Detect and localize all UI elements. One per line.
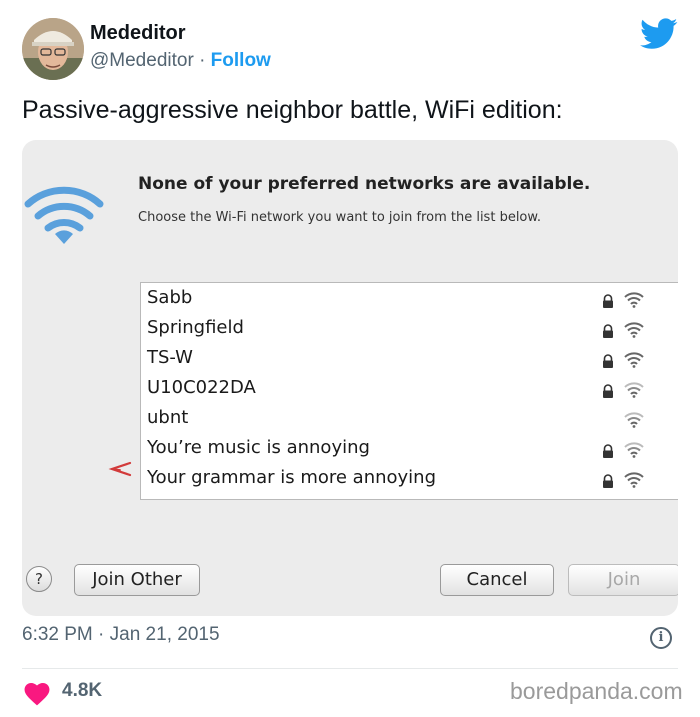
network-name: You’re music is annoying (147, 437, 370, 458)
twitter-bird-icon[interactable] (640, 18, 678, 50)
wifi-signal-icon (624, 412, 644, 428)
tweet-text: Passive-aggressive neighbor battle, WiFi… (22, 96, 563, 124)
dialog-heading: None of your preferred networks are avai… (138, 174, 591, 194)
heart-icon[interactable] (24, 682, 50, 706)
network-row[interactable]: ubnt (147, 405, 667, 435)
divider (22, 668, 678, 669)
network-row[interactable]: Springfield (147, 315, 667, 345)
network-row[interactable]: TS-W (147, 345, 667, 375)
join-other-button[interactable]: Join Other (74, 564, 200, 596)
author-handle-row: @Mededitor · Follow (90, 50, 271, 72)
follow-button[interactable]: Follow (211, 50, 271, 71)
tweet-image[interactable]: None of your preferred networks are avai… (22, 140, 678, 616)
like-count[interactable]: 4.8K (62, 680, 102, 702)
avatar[interactable] (22, 18, 84, 80)
help-button[interactable]: ? (26, 566, 52, 592)
author-handle[interactable]: @Mededitor (90, 50, 194, 71)
wifi-signal-icon (624, 442, 644, 458)
lock-icon (603, 384, 613, 398)
dialog-subheading: Choose the Wi-Fi network you want to joi… (138, 210, 541, 225)
network-name: ubnt (147, 407, 189, 428)
wifi-icon (24, 180, 104, 248)
info-icon[interactable]: i (650, 627, 672, 649)
lock-icon (603, 474, 613, 488)
network-name: TS-W (147, 347, 193, 368)
wifi-signal-icon (624, 322, 644, 338)
author-name[interactable]: Mededitor (90, 22, 186, 45)
wifi-signal-icon (624, 292, 644, 308)
wifi-signal-icon (624, 382, 644, 398)
network-name: Springfield (147, 317, 244, 338)
network-row[interactable]: Sabb (147, 285, 667, 315)
network-name: Your grammar is more annoying (147, 467, 437, 488)
cancel-button[interactable]: Cancel (440, 564, 554, 596)
network-row[interactable]: Your grammar is more annoying (147, 465, 667, 495)
lock-icon (603, 354, 613, 368)
lock-icon (603, 324, 613, 338)
separator-dot: · (199, 50, 206, 71)
network-row[interactable]: U10C022DA (147, 375, 667, 405)
tweet-timestamp[interactable]: 6:32 PM · Jan 21, 2015 (22, 624, 220, 646)
network-name: Sabb (147, 287, 193, 308)
network-row[interactable]: You’re music is annoying (147, 435, 667, 465)
network-list[interactable]: Sabb Springfield TS-W U10C022DA ubnt You… (140, 282, 678, 500)
lock-icon (603, 444, 613, 458)
network-name: U10C022DA (147, 377, 256, 398)
lock-icon (603, 294, 613, 308)
wifi-signal-icon (624, 352, 644, 368)
join-button[interactable]: Join (568, 564, 678, 596)
watermark: boredpanda.com (510, 678, 683, 704)
red-arrow-annotation (106, 458, 134, 480)
wifi-signal-icon (624, 472, 644, 488)
